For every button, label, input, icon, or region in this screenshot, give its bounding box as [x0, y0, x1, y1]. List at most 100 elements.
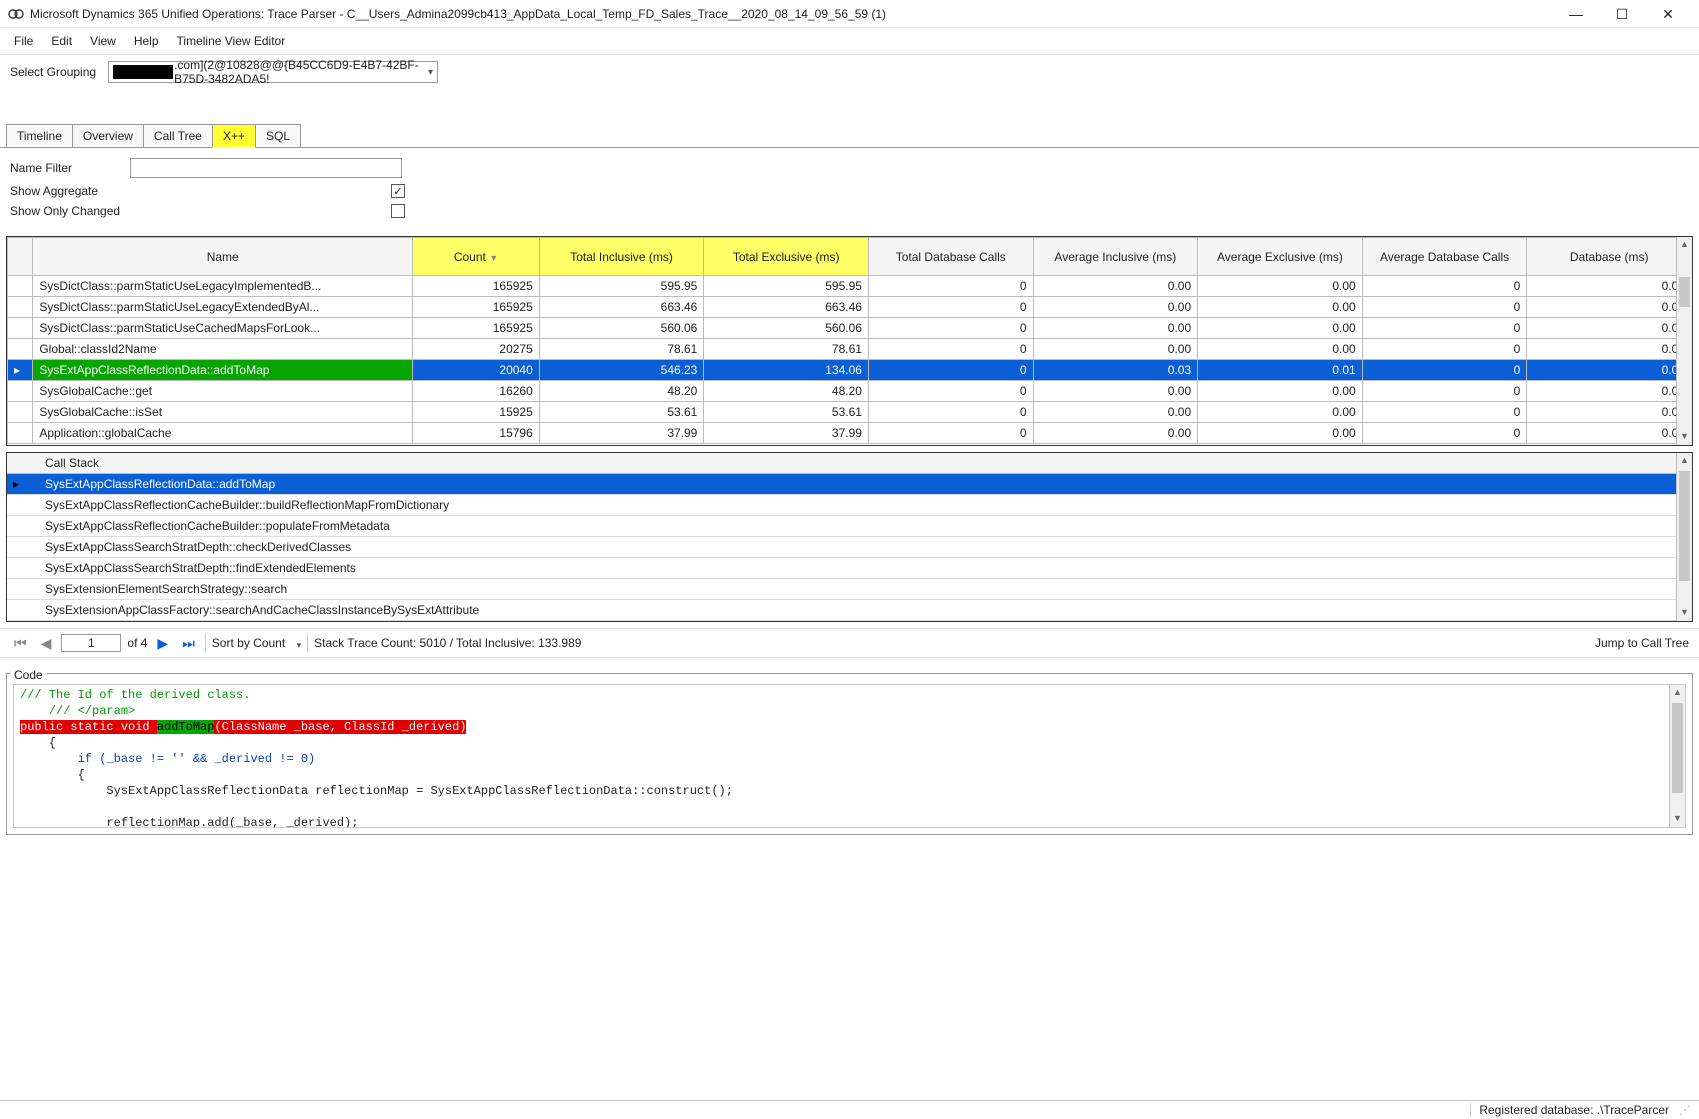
cell-name: Global::classId2Name [33, 339, 413, 360]
menu-file[interactable]: File [14, 34, 33, 48]
cell-name: SysDictClass::parmStaticUseLegacyImpleme… [33, 276, 413, 297]
call-stack-row[interactable]: SysExtAppClassSearchStratDepth::checkDer… [7, 537, 1692, 558]
cell-value: 0.00 [1527, 339, 1692, 360]
pager-prev-button[interactable]: ◀ [37, 635, 56, 652]
cell-value: 0.00 [1033, 276, 1198, 297]
col-avg-db-calls[interactable]: Average Database Calls [1362, 238, 1527, 276]
window-minimize-button[interactable]: — [1553, 2, 1599, 26]
col-total-exclusive[interactable]: Total Exclusive (ms) [704, 238, 869, 276]
code-line: SysExtAppClassReflectionData reflectionM… [20, 784, 733, 798]
table-row[interactable]: Application::globalCache1579637.9937.990… [8, 423, 1692, 444]
cell-value: 595.95 [539, 276, 704, 297]
show-only-changed-checkbox[interactable] [391, 204, 405, 218]
window-maximize-button[interactable]: ☐ [1599, 2, 1645, 26]
cell-value: 48.20 [704, 381, 869, 402]
code-viewer[interactable]: /// The Id of the derived class. /// </p… [13, 684, 1686, 828]
pager-last-button[interactable]: ⏭ [178, 635, 199, 652]
code-comment: /// </param> [49, 704, 135, 718]
show-aggregate-checkbox[interactable]: ✓ [391, 184, 405, 198]
cell-value: 0 [1362, 318, 1527, 339]
call-stack-row[interactable]: SysExtensionAppClassFactory::searchAndCa… [7, 600, 1692, 621]
row-indicator: ▸ [8, 360, 33, 381]
pager-bar: ⏮ ◀ 1 of 4 ▶ ⏭ Sort by Count▾ Stack Trac… [0, 628, 1699, 658]
menu-edit[interactable]: Edit [51, 34, 72, 48]
col-avg-exclusive[interactable]: Average Exclusive (ms) [1198, 238, 1363, 276]
cell-value: 48.20 [539, 381, 704, 402]
cell-value: 15796 [413, 423, 540, 444]
menu-view[interactable]: View [90, 34, 116, 48]
select-grouping-dropdown[interactable]: XXXXXXX.com](2@10828@@{B45CC6D9-E4B7-42B… [108, 61, 438, 83]
table-row[interactable]: SysGlobalCache::get1626048.2048.2000.000… [8, 381, 1692, 402]
table-row[interactable]: Global::classId2Name2027578.6178.6100.00… [8, 339, 1692, 360]
grouping-row: Select Grouping XXXXXXX.com](2@10828@@{B… [0, 55, 1699, 123]
code-params: (ClassName _base, ClassId _derived) [214, 720, 466, 734]
table-row[interactable]: SysGlobalCache::isSet1592553.6153.6100.0… [8, 402, 1692, 423]
menu-timeline-view-editor[interactable]: Timeline View Editor [177, 34, 286, 48]
cell-value: 0.00 [1198, 402, 1363, 423]
call-stack-header[interactable]: Call Stack [7, 453, 1692, 474]
resize-grip-icon[interactable]: ⋰ [1677, 1103, 1691, 1117]
code-scrollbar[interactable]: ▲ ▼ [1669, 685, 1685, 827]
cell-value: 560.06 [539, 318, 704, 339]
call-stack-row[interactable]: ▸SysExtAppClassReflectionData::addToMap [7, 474, 1692, 495]
col-total-inclusive[interactable]: Total Inclusive (ms) [539, 238, 704, 276]
cell-value: 165925 [413, 276, 540, 297]
pager-first-button[interactable]: ⏮ [10, 635, 31, 652]
cell-value: 0.00 [1033, 423, 1198, 444]
cell-value: 20275 [413, 339, 540, 360]
cell-value: 0.00 [1527, 381, 1692, 402]
cell-value: 0.00 [1198, 318, 1363, 339]
window-close-button[interactable]: ✕ [1645, 2, 1691, 26]
select-grouping-label: Select Grouping [10, 65, 96, 79]
cell-value: 0 [1362, 381, 1527, 402]
tab-timeline[interactable]: Timeline [6, 124, 73, 147]
col-total-db-calls[interactable]: Total Database Calls [868, 238, 1033, 276]
tab-call-tree[interactable]: Call Tree [143, 124, 213, 147]
cell-name: SysGlobalCache::isSet [33, 402, 413, 423]
call-stack-row[interactable]: SysExtAppClassReflectionCacheBuilder::po… [7, 516, 1692, 537]
code-group: Code /// The Id of the derived class. //… [6, 660, 1693, 835]
stack-scrollbar[interactable]: ▲ ▼ [1676, 453, 1692, 621]
tab-overview[interactable]: Overview [72, 124, 144, 147]
cell-value: 0 [868, 360, 1033, 381]
cell-value: 78.61 [704, 339, 869, 360]
call-stack-row[interactable]: SysExtAppClassSearchStratDepth::findExte… [7, 558, 1692, 579]
code-comment: /// The Id of the derived class. [20, 688, 250, 702]
cell-value: 0 [868, 381, 1033, 402]
table-row[interactable]: SysDictClass::parmStaticUseLegacyImpleme… [8, 276, 1692, 297]
cell-value: 0.00 [1527, 297, 1692, 318]
code-line: reflectionMap.add(_base, _derived); [20, 816, 358, 828]
col-database-ms[interactable]: Database (ms) [1527, 238, 1692, 276]
name-filter-input[interactable] [130, 158, 402, 178]
call-stack-row[interactable]: SysExtAppClassReflectionCacheBuilder::bu… [7, 495, 1692, 516]
menu-help[interactable]: Help [134, 34, 159, 48]
col-name[interactable]: Name [33, 238, 413, 276]
call-stack-label: SysExtensionElementSearchStrategy::searc… [45, 582, 287, 596]
tab-xpp[interactable]: X++ [212, 124, 256, 148]
grid-row-header-col [8, 238, 33, 276]
cell-value: 0.00 [1527, 276, 1692, 297]
code-keyword: public static void [20, 720, 157, 734]
col-avg-inclusive[interactable]: Average Inclusive (ms) [1033, 238, 1198, 276]
call-stack-label: SysExtAppClassSearchStratDepth::findExte… [45, 561, 356, 575]
call-stack-row[interactable]: SysExtensionElementSearchStrategy::searc… [7, 579, 1692, 600]
table-row[interactable]: SysDictClass::parmStaticUseLegacyExtende… [8, 297, 1692, 318]
cell-value: 0.00 [1198, 297, 1363, 318]
window-title: Microsoft Dynamics 365 Unified Operation… [30, 7, 886, 21]
cell-value: 53.61 [704, 402, 869, 423]
cell-value: 0 [868, 402, 1033, 423]
cell-value: 0 [1362, 297, 1527, 318]
cell-value: 0.00 [1033, 402, 1198, 423]
tab-sql[interactable]: SQL [255, 124, 301, 147]
grid-scrollbar[interactable]: ▲ ▼ [1676, 237, 1692, 445]
table-row[interactable]: ▸SysExtAppClassReflectionData::addToMap2… [8, 360, 1692, 381]
pager-page-input[interactable]: 1 [61, 634, 121, 652]
cell-value: 15925 [413, 402, 540, 423]
pager-next-button[interactable]: ▶ [153, 635, 172, 652]
cell-value: 0.00 [1198, 381, 1363, 402]
col-count[interactable]: Count ▼ [413, 238, 540, 276]
table-row[interactable]: SysDictClass::parmStaticUseCachedMapsFor… [8, 318, 1692, 339]
row-indicator [8, 423, 33, 444]
pager-sort-dropdown[interactable]: Sort by Count▾ [205, 633, 308, 653]
jump-to-call-tree-link[interactable]: Jump to Call Tree [1595, 636, 1689, 650]
